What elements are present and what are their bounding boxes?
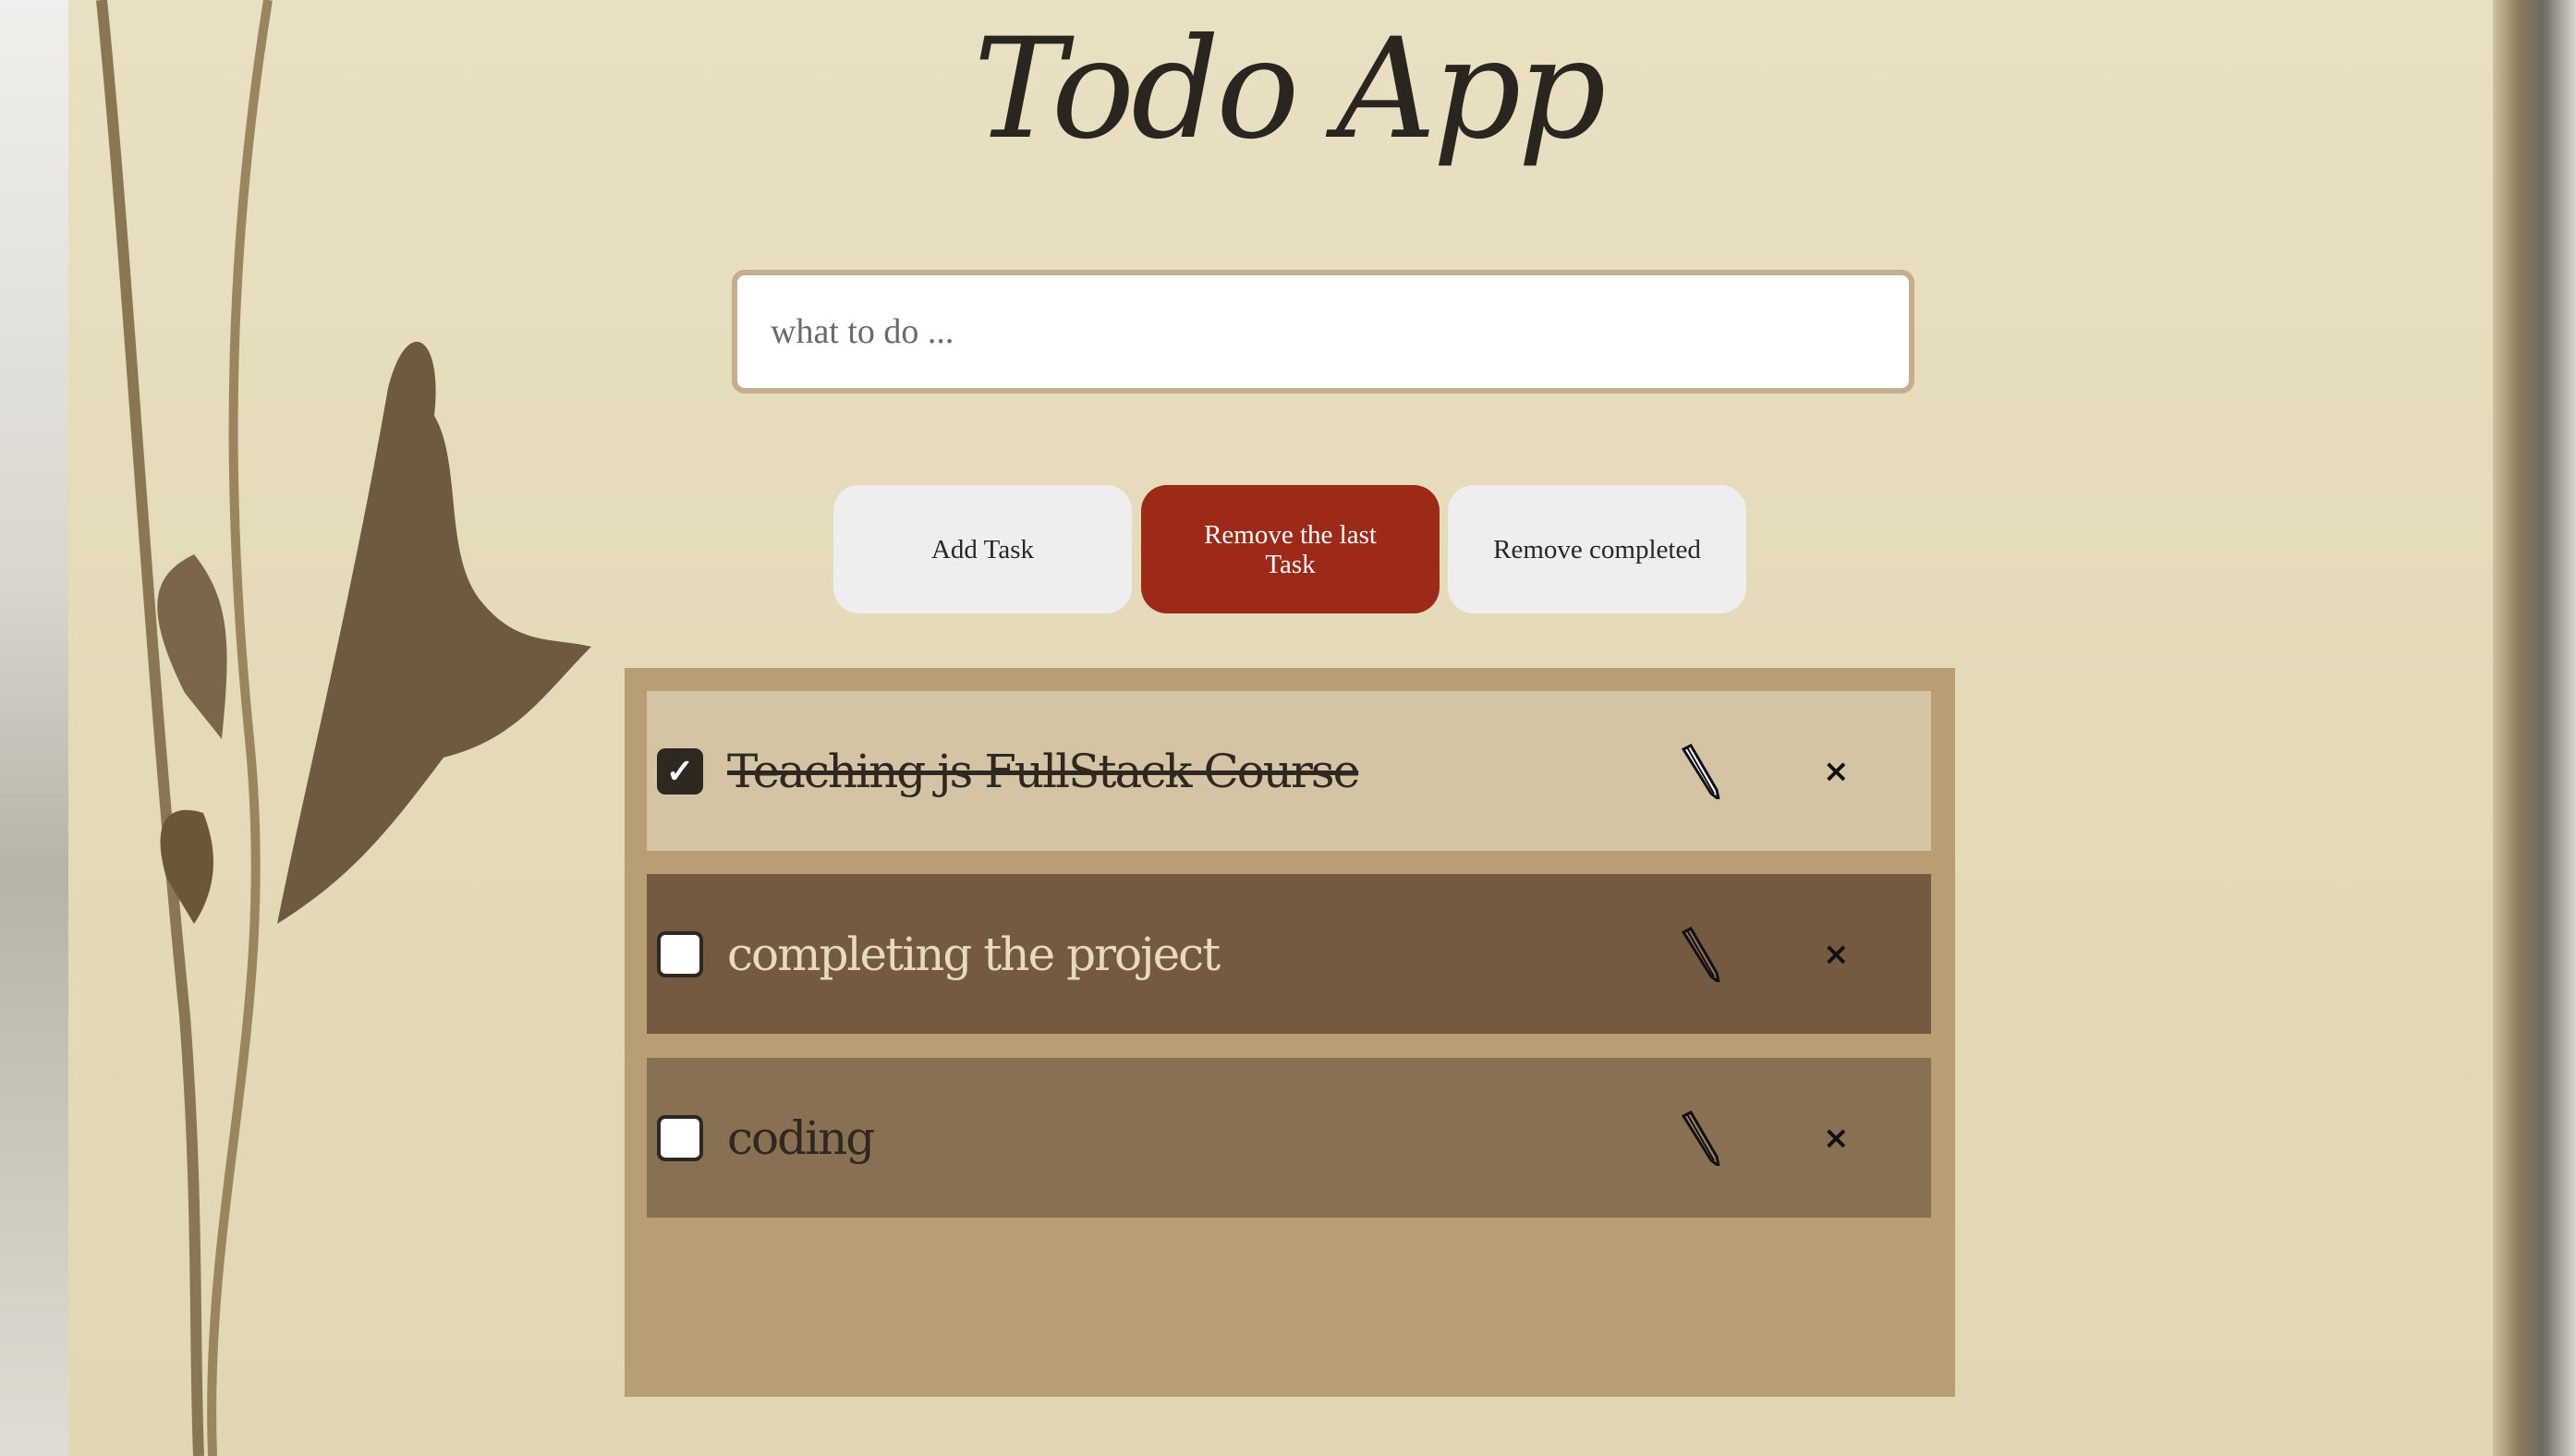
delete-icon[interactable]: × — [1823, 936, 1850, 973]
add-task-button[interactable]: Add Task — [833, 485, 1132, 613]
pencil-icon[interactable] — [1671, 743, 1726, 799]
task-checkbox[interactable] — [657, 1114, 703, 1161]
task-item: coding × — [647, 1058, 1931, 1218]
delete-icon[interactable]: × — [1823, 753, 1850, 790]
dried-plant-decoration — [96, 0, 591, 1456]
page-title: Todo App — [973, 9, 1606, 170]
remove-last-task-button[interactable]: Remove the last Task — [1141, 485, 1440, 613]
task-text: completing the project — [727, 927, 1221, 981]
delete-icon[interactable]: × — [1823, 1120, 1850, 1157]
remove-completed-button[interactable]: Remove completed — [1448, 485, 1746, 613]
task-list: ✓ Teaching js FullStack Course × complet… — [625, 668, 1955, 1397]
task-text: Teaching js FullStack Course — [727, 744, 1360, 798]
torn-paper-edge — [2493, 0, 2576, 1456]
pencil-icon[interactable] — [1671, 1110, 1726, 1166]
task-item: completing the project × — [647, 874, 1931, 1034]
task-input[interactable] — [732, 270, 1914, 394]
task-text: coding — [727, 1110, 875, 1165]
task-checkbox[interactable]: ✓ — [657, 747, 703, 795]
task-item: ✓ Teaching js FullStack Course × — [647, 691, 1931, 851]
pencil-icon[interactable] — [1671, 926, 1726, 982]
task-checkbox[interactable] — [657, 930, 703, 977]
